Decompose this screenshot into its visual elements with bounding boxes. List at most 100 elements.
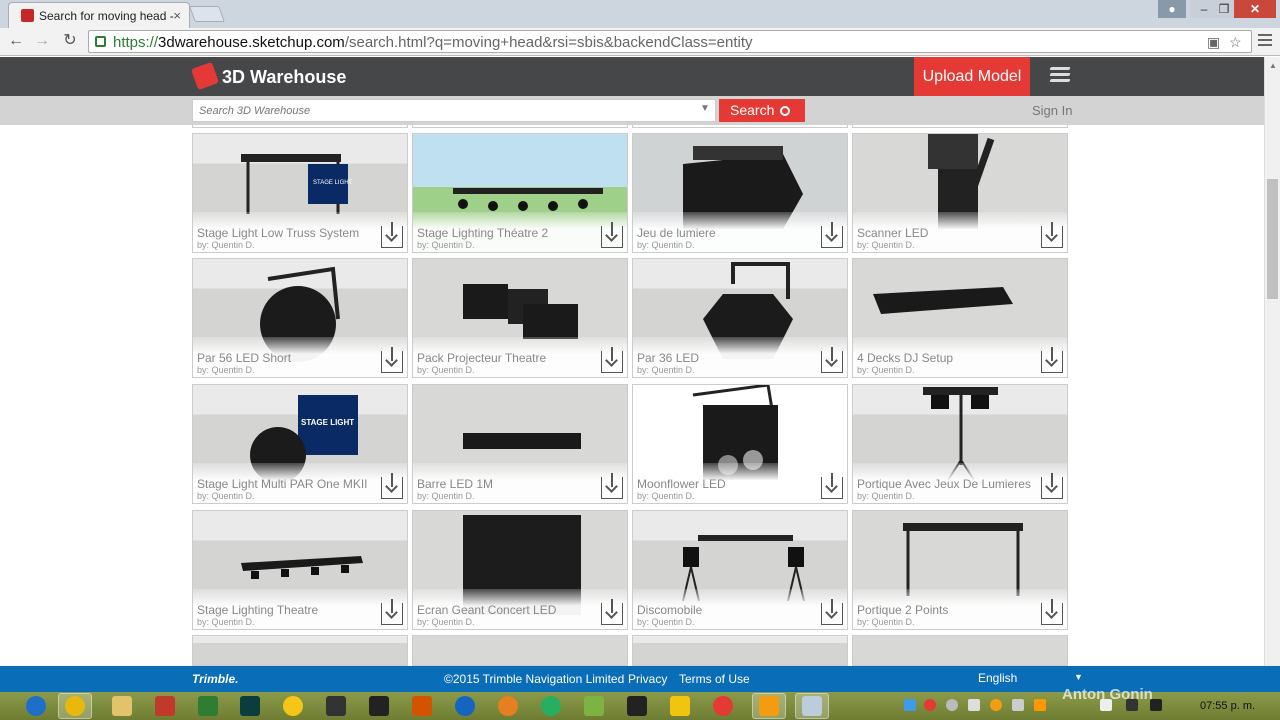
- translate-icon[interactable]: ▣: [1207, 34, 1220, 51]
- model-card[interactable]: [852, 635, 1068, 666]
- warehouse-logo-icon[interactable]: [190, 61, 220, 91]
- download-icon[interactable]: [821, 599, 843, 625]
- model-title[interactable]: Scanner LED: [857, 226, 928, 240]
- model-title[interactable]: Pack Projecteur Theatre: [417, 351, 546, 365]
- model-author[interactable]: by: Quentin D.: [417, 617, 475, 627]
- model-author[interactable]: by: Quentin D.: [857, 365, 915, 375]
- app-icon[interactable]: [498, 696, 518, 716]
- media-player-icon[interactable]: [759, 696, 779, 716]
- model-title[interactable]: Barre LED 1M: [417, 477, 493, 491]
- download-icon[interactable]: [1041, 473, 1063, 499]
- site-logo-text[interactable]: 3D Warehouse: [222, 67, 346, 88]
- model-card[interactable]: Par 36 LED by: Quentin D.: [632, 258, 848, 378]
- app-icon[interactable]: [627, 696, 647, 716]
- tray-icon[interactable]: [990, 699, 1002, 711]
- download-icon[interactable]: [381, 599, 403, 625]
- model-card[interactable]: Discomobile by: Quentin D.: [632, 510, 848, 630]
- download-icon[interactable]: [821, 347, 843, 373]
- model-card[interactable]: 4 Decks DJ Setup by: Quentin D.: [852, 258, 1068, 378]
- model-card[interactable]: Ecran Geant Concert LED by: Quentin D.: [412, 510, 628, 630]
- taskbar-clock[interactable]: 07:55 p. m.: [1200, 700, 1255, 712]
- language-caret-icon[interactable]: ▼: [1074, 672, 1083, 682]
- download-icon[interactable]: [381, 222, 403, 248]
- reload-button[interactable]: ↻: [60, 31, 80, 51]
- model-title[interactable]: Stage Lighting Théatre 2: [417, 226, 548, 240]
- download-icon[interactable]: [1041, 222, 1063, 248]
- download-icon[interactable]: [821, 222, 843, 248]
- lightroom-icon[interactable]: [369, 696, 389, 716]
- download-icon[interactable]: [1041, 347, 1063, 373]
- model-title[interactable]: Discomobile: [637, 603, 702, 617]
- model-author[interactable]: by: Quentin D.: [197, 365, 255, 375]
- model-title[interactable]: 4 Decks DJ Setup: [857, 351, 953, 365]
- address-bar[interactable]: https://3dwarehouse.sketchup.com/search.…: [88, 30, 1252, 53]
- model-title[interactable]: Par 56 LED Short: [197, 351, 291, 365]
- terms-link[interactable]: Terms of Use: [679, 672, 750, 686]
- model-author[interactable]: by: Quentin D.: [417, 365, 475, 375]
- model-author[interactable]: by: Quentin D.: [857, 491, 915, 501]
- tray-icon[interactable]: [968, 699, 980, 711]
- app-icon[interactable]: [412, 696, 432, 716]
- app-icon[interactable]: [670, 696, 690, 716]
- model-card[interactable]: Par 56 LED Short by: Quentin D.: [192, 258, 408, 378]
- tray-icon[interactable]: [904, 699, 916, 711]
- folder-icon[interactable]: [112, 696, 132, 716]
- search-button[interactable]: Search: [719, 99, 805, 122]
- app-icon[interactable]: [283, 696, 303, 716]
- model-author[interactable]: by: Quentin D.: [637, 617, 695, 627]
- model-author[interactable]: by: Quentin D.: [857, 617, 915, 627]
- back-button[interactable]: ←: [6, 31, 26, 51]
- download-icon[interactable]: [601, 599, 623, 625]
- model-card[interactable]: STAGE LIGHT Stage Light Multi PAR One MK…: [192, 384, 408, 504]
- model-title[interactable]: Stage Light Low Truss System: [197, 226, 359, 240]
- user-profile-icon[interactable]: ●: [1158, 0, 1186, 18]
- download-icon[interactable]: [1041, 599, 1063, 625]
- chrome-icon[interactable]: [65, 696, 85, 716]
- trimble-logo[interactable]: Trimble.: [192, 672, 238, 686]
- model-author[interactable]: by: Quentin D.: [857, 240, 915, 250]
- tray-icon[interactable]: [924, 699, 936, 711]
- model-card[interactable]: Moonflower LED by: Quentin D.: [632, 384, 848, 504]
- app-icon[interactable]: [326, 696, 346, 716]
- model-card[interactable]: [192, 635, 408, 666]
- model-author[interactable]: by: Quentin D.: [197, 491, 255, 501]
- model-author[interactable]: by: Quentin D.: [197, 617, 255, 627]
- scroll-thumb[interactable]: [1267, 179, 1278, 299]
- app-icon[interactable]: [584, 696, 604, 716]
- app-icon[interactable]: [455, 696, 475, 716]
- app-icon[interactable]: [155, 696, 175, 716]
- tray-icon[interactable]: [1012, 699, 1024, 711]
- ie-icon[interactable]: [26, 696, 46, 716]
- model-title[interactable]: Ecran Geant Concert LED: [417, 603, 556, 617]
- model-title[interactable]: Par 36 LED: [637, 351, 699, 365]
- notifications-icon[interactable]: [1049, 67, 1071, 85]
- record-icon[interactable]: [713, 696, 733, 716]
- sign-in-link[interactable]: Sign In: [1032, 103, 1072, 118]
- model-card[interactable]: Portique Avec Jeux De Lumieres by: Quent…: [852, 384, 1068, 504]
- model-author[interactable]: by: Quentin D.: [417, 240, 475, 250]
- model-title[interactable]: Portique 2 Points: [857, 603, 948, 617]
- window-close-button[interactable]: ✕: [1234, 0, 1276, 18]
- new-tab-button[interactable]: [189, 6, 225, 22]
- download-icon[interactable]: [821, 473, 843, 499]
- model-card[interactable]: [632, 635, 848, 666]
- search-dropdown-icon[interactable]: ▼: [700, 103, 710, 114]
- audition-icon[interactable]: [240, 696, 260, 716]
- download-icon[interactable]: [601, 347, 623, 373]
- download-icon[interactable]: [381, 347, 403, 373]
- model-title[interactable]: Portique Avec Jeux De Lumieres: [857, 477, 1031, 491]
- model-card[interactable]: Scanner LED by: Quentin D.: [852, 133, 1068, 253]
- model-card[interactable]: Stage Lighting Theatre by: Quentin D.: [192, 510, 408, 630]
- camtasia-icon[interactable]: [198, 696, 218, 716]
- model-author[interactable]: by: Quentin D.: [637, 240, 695, 250]
- model-card[interactable]: [412, 635, 628, 666]
- model-card[interactable]: Jeu de lumiere by: Quentin D.: [632, 133, 848, 253]
- tab-close-icon[interactable]: ×: [173, 8, 181, 23]
- page-scrollbar[interactable]: ▲: [1264, 57, 1280, 666]
- download-icon[interactable]: [601, 222, 623, 248]
- model-title[interactable]: Jeu de lumiere: [637, 226, 716, 240]
- model-title[interactable]: Moonflower LED: [637, 477, 726, 491]
- model-card[interactable]: Pack Projecteur Theatre by: Quentin D.: [412, 258, 628, 378]
- tray-icon[interactable]: [946, 699, 958, 711]
- model-author[interactable]: by: Quentin D.: [637, 365, 695, 375]
